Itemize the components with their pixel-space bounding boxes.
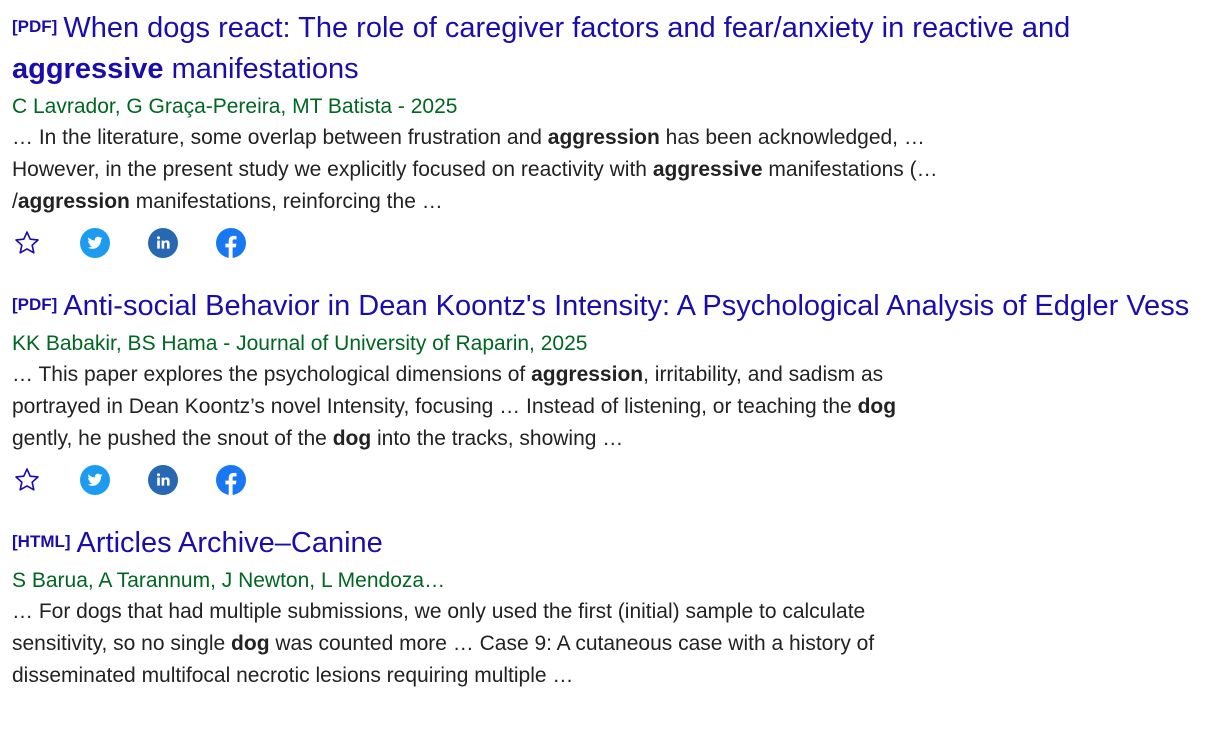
facebook-icon: [216, 228, 246, 258]
title-text: Anti-social Behavior in Dean Koontz's In…: [63, 290, 1190, 322]
result-snippet: … In the literature, some overlap betwee…: [12, 122, 952, 218]
share-linkedin-button[interactable]: [148, 228, 178, 258]
snippet-highlight-term: aggression: [531, 363, 644, 386]
result-title-link[interactable]: Articles Archive–Canine: [77, 527, 383, 559]
result-actions: [12, 461, 1192, 499]
result-title-link[interactable]: Anti-social Behavior in Dean Koontz's In…: [63, 290, 1189, 322]
share-twitter-button[interactable]: [80, 228, 110, 258]
linkedin-icon: [148, 228, 178, 258]
search-result: [HTML] Articles Archive–Canine S Barua, A …: [12, 521, 1192, 692]
snippet-highlight-term: dog: [332, 427, 372, 450]
snippet-highlight-term: aggression: [17, 190, 130, 213]
snippet-highlight-term: dog: [231, 632, 270, 655]
title-highlight-term: aggressive: [12, 53, 164, 85]
save-star-button[interactable]: [12, 465, 42, 495]
search-result: [PDF] When dogs react: The role of caregi…: [12, 6, 1192, 262]
star-icon: [13, 229, 41, 257]
file-type-tag: [HTML]: [12, 532, 71, 551]
snippet-text: gently, he pushed the snout of the: [12, 427, 333, 450]
snippet-highlight-term: aggression: [547, 126, 660, 149]
title-text: Articles Archive–Canine: [76, 527, 383, 559]
result-authors-source: S Barua, A Tarannum, J Newton, L Mendoza…: [12, 569, 446, 592]
share-twitter-button[interactable]: [80, 465, 110, 495]
twitter-icon: [80, 465, 110, 495]
share-facebook-button[interactable]: [216, 465, 246, 495]
search-result: [PDF] Anti-social Behavior in Dean Koontz…: [12, 284, 1192, 499]
snippet-text: … This paper explores the psychological …: [12, 363, 532, 386]
search-results-list: [PDF] When dogs react: The role of caregi…: [12, 0, 1192, 692]
result-actions: [12, 224, 1192, 262]
result-title-row: [PDF] Anti-social Behavior in Dean Koontz…: [12, 284, 1192, 327]
linkedin-icon: [148, 465, 178, 495]
file-type-tag: [PDF]: [12, 17, 58, 36]
share-linkedin-button[interactable]: [148, 465, 178, 495]
star-icon: [13, 466, 41, 494]
snippet-text: … In the literature, some overlap betwee…: [12, 126, 548, 149]
snippet-text: into the tracks, showing …: [371, 427, 624, 450]
snippet-highlight-term: aggressive: [652, 158, 763, 181]
snippet-text: manifestations, reinforcing the …: [129, 190, 443, 213]
result-authors-source: C Lavrador, G Graça-Pereira, MT Batista …: [12, 95, 458, 118]
snippet-highlight-term: dog: [857, 395, 897, 418]
result-title-row: [HTML] Articles Archive–Canine: [12, 521, 1192, 564]
result-snippet: … This paper explores the psychological …: [12, 359, 952, 455]
title-text: When dogs react: The role of caregiver f…: [63, 12, 1071, 44]
result-snippet: … For dogs that had multiple submissions…: [12, 596, 952, 692]
twitter-icon: [80, 228, 110, 258]
title-text: manifestations: [163, 53, 359, 85]
save-star-button[interactable]: [12, 228, 42, 258]
result-title-link[interactable]: When dogs react: The role of caregiver f…: [12, 12, 1070, 85]
result-title-row: [PDF] When dogs react: The role of caregi…: [12, 6, 1192, 90]
result-authors-source: KK Babakir, BS Hama - Journal of Univers…: [12, 332, 588, 355]
facebook-icon: [216, 465, 246, 495]
file-type-tag: [PDF]: [12, 295, 58, 314]
share-facebook-button[interactable]: [216, 228, 246, 258]
